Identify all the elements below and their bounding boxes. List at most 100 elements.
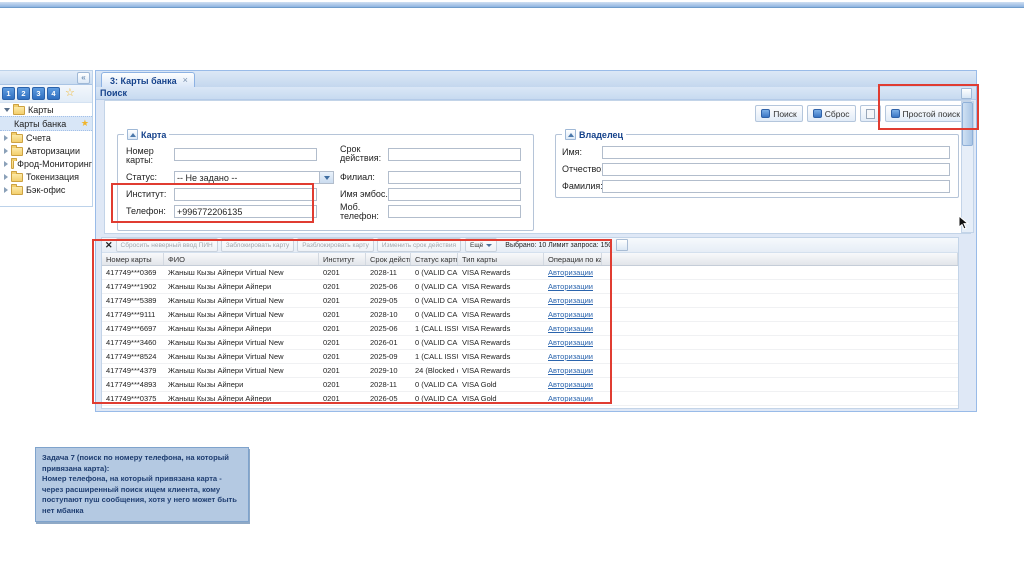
sidebar-item[interactable]: Карты — [0, 103, 92, 116]
phone-input[interactable] — [174, 205, 317, 218]
table-cell: 0201 — [323, 282, 340, 291]
table-row[interactable]: 417749***4379 Жаныш Кызы Айпери Virtual N… — [102, 364, 958, 378]
search-button[interactable]: Поиск — [755, 105, 803, 122]
authorizations-link[interactable]: Авторизации — [548, 338, 593, 347]
sidebar-item[interactable]: Фрод-Мониторинг — [0, 157, 92, 170]
table-row[interactable]: 417749***9111 Жаныш Кызы Айпери Virtual N… — [102, 308, 958, 322]
simple-search-button[interactable]: Простой поиск — [884, 105, 966, 122]
mobile-phone-input[interactable] — [388, 205, 521, 218]
expand-arrow-icon[interactable] — [4, 147, 8, 154]
chevron-down-icon[interactable] — [319, 172, 333, 183]
table-cell: 417749***1902 — [106, 282, 157, 291]
emboss-name-label: Имя эмбос.: — [340, 189, 391, 199]
table-cell-actions: Авторизации — [544, 294, 602, 307]
favorite-star-icon[interactable]: ★ — [81, 118, 89, 129]
more-button[interactable]: Ещё — [464, 238, 498, 252]
branch-input[interactable] — [388, 171, 521, 184]
expand-arrow-icon[interactable] — [4, 173, 8, 180]
surname-input[interactable] — [602, 180, 950, 193]
table-row[interactable]: 417749***8524 Жаныш Кызы Айпери Virtual N… — [102, 350, 958, 364]
grid-action-button-disabled: Заблокировать карту — [220, 238, 295, 252]
column-header[interactable]: Институт — [319, 253, 366, 265]
table-row[interactable]: 417749***5389 Жаныш Кызы Айпери Virtual N… — [102, 294, 958, 308]
column-header[interactable]: Тип карты — [458, 253, 544, 265]
expand-arrow-icon[interactable] — [4, 160, 8, 167]
search-button-label: Поиск — [773, 108, 797, 119]
refresh-icon[interactable] — [616, 239, 629, 251]
grid-header-row: Номер картыФИОИнститутСрок действияСтату… — [102, 253, 958, 266]
table-row[interactable]: 417749***6697 Жаныш Кызы Айпери Айпери 020… — [102, 322, 958, 336]
sidebar-item[interactable]: Карты банка ★ — [0, 116, 92, 131]
scrollbar-thumb[interactable] — [962, 102, 973, 146]
quick-button-4[interactable]: 4 — [47, 87, 60, 100]
first-name-input[interactable] — [602, 146, 950, 159]
search-options-icon-button[interactable] — [859, 105, 881, 122]
table-row[interactable]: 417749***1902 Жаныш Кызы Айпери Айпери 020… — [102, 280, 958, 294]
window-top-border — [0, 2, 1024, 8]
status-select[interactable]: -- Не задано -- — [174, 171, 334, 184]
tab-close-icon[interactable]: × — [183, 76, 188, 85]
table-cell-actions: Авторизации — [544, 308, 602, 321]
column-header[interactable]: Операции по карте — [544, 253, 602, 265]
search-actions: Поиск Сброс Простой поиск — [755, 105, 966, 122]
column-header[interactable]: Статус карты — [411, 253, 458, 265]
sidebar-item[interactable]: Авторизации — [0, 144, 92, 157]
authorizations-link[interactable]: Авторизации — [548, 394, 593, 403]
authorizations-link[interactable]: Авторизации — [548, 310, 593, 319]
table-row[interactable]: 417749***4893 Жаныш Кызы Айпери 0201 2028-1… — [102, 378, 958, 392]
quick-button-3[interactable]: 3 — [32, 87, 45, 100]
clear-selection-icon[interactable]: ✕ — [105, 240, 112, 250]
quick-button-1[interactable]: 1 — [2, 87, 15, 100]
table-cell: VISA Rewards — [462, 268, 511, 277]
table-row[interactable]: 417749***0375 Жаныш Кызы Айпери Айпери 020… — [102, 392, 958, 406]
authorizations-link[interactable]: Авторизации — [548, 380, 593, 389]
column-header[interactable]: ФИО — [164, 253, 319, 265]
institute-label: Институт: — [126, 189, 167, 199]
sidebar-item[interactable]: Токенизация — [0, 170, 92, 183]
collapse-panel-icon[interactable] — [961, 87, 972, 99]
institute-input[interactable] — [174, 188, 317, 201]
expiry-input[interactable] — [388, 148, 521, 161]
collapse-fieldset-icon[interactable] — [127, 129, 138, 140]
folder-icon — [11, 184, 23, 195]
table-cell: Жаныш Кызы Айпери Virtual New — [168, 338, 284, 347]
authorizations-link[interactable]: Авторизации — [548, 324, 593, 333]
authorizations-link[interactable]: Авторизации — [548, 268, 593, 277]
table-cell: Жаныш Кызы Айпери Virtual New — [168, 366, 284, 375]
table-row[interactable]: 417749***0369 Жаныш Кызы Айпери Virtual N… — [102, 266, 958, 280]
patronymic-input[interactable] — [602, 163, 950, 176]
form-scrollbar[interactable] — [961, 101, 974, 233]
authorizations-link[interactable]: Авторизации — [548, 366, 593, 375]
chevron-down-icon — [486, 243, 493, 247]
reset-icon — [812, 109, 822, 118]
collapse-arrow-icon[interactable] — [4, 107, 10, 112]
collapse-fieldset-icon[interactable] — [565, 129, 576, 140]
authorizations-link[interactable]: Авторизации — [548, 282, 593, 291]
expand-arrow-icon[interactable] — [4, 134, 8, 141]
table-cell-actions: Авторизации — [544, 322, 602, 335]
sidebar-collapse-icon[interactable]: « — [77, 71, 90, 84]
quick-button-2[interactable]: 2 — [17, 87, 30, 100]
sidebar-item[interactable]: Бэк-офис — [0, 183, 92, 196]
table-cell: 0201 — [323, 394, 340, 403]
mouse-cursor — [958, 215, 970, 230]
table-cell: 1 (CALL ISSU... — [415, 324, 458, 333]
authorizations-link[interactable]: Авторизации — [548, 352, 593, 361]
column-header[interactable]: Номер карты — [102, 253, 164, 265]
sidebar-item-label: Авторизации — [26, 145, 80, 156]
authorizations-link[interactable]: Авторизации — [548, 296, 593, 305]
tab-bank-cards[interactable]: 3: Карты банка × — [101, 72, 195, 88]
card-number-label: Номер карты: — [126, 146, 154, 165]
table-cell: 417749***0369 — [106, 268, 157, 277]
column-header[interactable]: Срок действия — [366, 253, 411, 265]
sidebar-item-label: Карты — [28, 104, 54, 115]
card-number-input[interactable] — [174, 148, 317, 161]
sidebar-item[interactable]: Счета — [0, 131, 92, 144]
reset-button[interactable]: Сброс — [806, 105, 856, 122]
expand-arrow-icon[interactable] — [4, 186, 8, 193]
status-select-value: -- Не задано -- — [177, 172, 238, 183]
emboss-name-input[interactable] — [388, 188, 521, 201]
table-cell: 417749***9111 — [106, 310, 156, 319]
table-row[interactable]: 417749***3460 Жаныш Кызы Айпери Virtual N… — [102, 336, 958, 350]
favorites-star-icon[interactable]: ☆ — [65, 88, 75, 99]
